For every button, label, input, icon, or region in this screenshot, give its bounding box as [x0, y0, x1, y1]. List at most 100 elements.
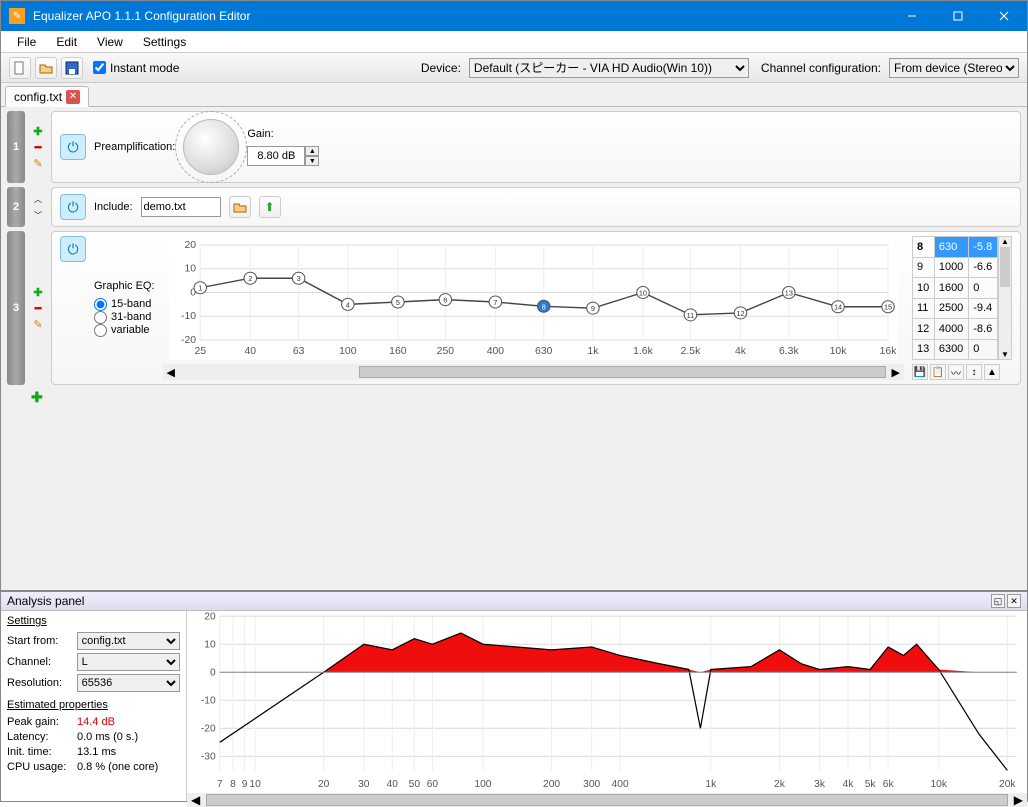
- svg-text:9: 9: [590, 305, 594, 313]
- remove-row-icon[interactable]: ━: [31, 301, 45, 315]
- svg-text:50: 50: [409, 779, 421, 790]
- open-file-button[interactable]: [35, 57, 57, 79]
- close-button[interactable]: [981, 1, 1027, 31]
- band-31-radio[interactable]: 31-band: [94, 311, 155, 324]
- add-filter-button[interactable]: ✚: [1, 389, 1027, 406]
- svg-text:-20: -20: [181, 335, 196, 346]
- add-row-icon[interactable]: ✚: [31, 124, 45, 138]
- save-file-button[interactable]: [61, 57, 83, 79]
- channel-config-label: Channel configuration:: [761, 61, 881, 75]
- svg-text:20: 20: [184, 240, 196, 251]
- svg-text:60: 60: [427, 779, 439, 790]
- svg-text:1k: 1k: [587, 346, 599, 357]
- svg-text:5: 5: [395, 299, 399, 307]
- svg-text:20k: 20k: [999, 779, 1016, 790]
- power-button[interactable]: ⏻: [60, 134, 86, 160]
- svg-text:40: 40: [244, 346, 256, 357]
- graphic-eq-label: Graphic EQ:: [94, 280, 155, 292]
- new-file-button[interactable]: [9, 57, 31, 79]
- edit-row-icon[interactable]: ✎: [31, 317, 45, 331]
- svg-text:15: 15: [884, 304, 892, 312]
- maximize-button[interactable]: [935, 1, 981, 31]
- gain-up-icon[interactable]: ▲: [305, 146, 319, 156]
- start-from-select[interactable]: config.txt: [77, 632, 180, 650]
- svg-text:13: 13: [784, 290, 792, 298]
- table-scroll-up[interactable]: ▲: [999, 237, 1011, 246]
- table-scroll-down[interactable]: ▼: [999, 350, 1011, 359]
- expand-up-icon[interactable]: ︿: [31, 192, 45, 206]
- menu-view[interactable]: View: [87, 33, 133, 51]
- device-select[interactable]: Default (スピーカー - VIA HD Audio(Win 10)): [469, 58, 749, 78]
- gain-dial[interactable]: [183, 119, 239, 175]
- svg-text:-30: -30: [201, 751, 216, 762]
- svg-text:30: 30: [358, 779, 370, 790]
- svg-text:9: 9: [242, 779, 248, 790]
- row-handle-3[interactable]: 3: [7, 231, 25, 385]
- undock-icon[interactable]: ◱: [991, 594, 1005, 608]
- svg-text:20: 20: [204, 611, 216, 622]
- add-row-icon[interactable]: ✚: [31, 285, 45, 299]
- tab-label: config.txt: [14, 90, 62, 104]
- menu-file[interactable]: File: [7, 33, 46, 51]
- eq-reset-icon[interactable]: 〰: [948, 364, 964, 380]
- svg-text:160: 160: [389, 346, 407, 357]
- table-row[interactable]: 8630-5.8: [913, 237, 998, 258]
- eq-save-icon[interactable]: 💾: [912, 364, 928, 380]
- svg-text:10: 10: [184, 264, 196, 275]
- analysis-scrollbar[interactable]: ◀▶: [187, 793, 1027, 807]
- table-row[interactable]: 1016000: [913, 278, 998, 299]
- menu-bar: File Edit View Settings: [1, 31, 1027, 53]
- row-handle-1[interactable]: 1: [7, 111, 25, 183]
- channel-config-select[interactable]: From device (Stereo): [889, 58, 1019, 78]
- open-include-button[interactable]: [229, 196, 251, 218]
- svg-text:400: 400: [486, 346, 504, 357]
- svg-text:10: 10: [249, 779, 261, 790]
- edit-row-icon[interactable]: ✎: [31, 156, 45, 170]
- svg-text:25: 25: [194, 346, 206, 357]
- table-row[interactable]: 91000-6.6: [913, 257, 998, 278]
- remove-row-icon[interactable]: ━: [31, 140, 45, 154]
- svg-text:5k: 5k: [865, 779, 877, 790]
- band-15-radio[interactable]: 15-band: [94, 298, 155, 311]
- svg-text:1.6k: 1.6k: [633, 346, 654, 357]
- tab-config[interactable]: config.txt ✕: [5, 86, 89, 107]
- table-row[interactable]: 124000-8.6: [913, 319, 998, 340]
- menu-edit[interactable]: Edit: [46, 33, 87, 51]
- expand-down-icon[interactable]: ﹀: [31, 208, 45, 222]
- close-panel-icon[interactable]: ✕: [1007, 594, 1021, 608]
- minimize-button[interactable]: [889, 1, 935, 31]
- svg-text:100: 100: [474, 779, 491, 790]
- graphic-eq-plot[interactable]: -20-10010202540631001602504006301k1.6k2.…: [169, 240, 898, 360]
- analysis-plot[interactable]: -30-20-100102078910203040506010020030040…: [187, 611, 1027, 793]
- svg-text:6.3k: 6.3k: [779, 346, 800, 357]
- peak-gain-value: 14.4 dB: [77, 716, 115, 728]
- row-handle-2[interactable]: 2: [7, 187, 25, 227]
- menu-settings[interactable]: Settings: [133, 33, 196, 51]
- resolution-select[interactable]: 65536: [77, 674, 180, 692]
- svg-text:4k: 4k: [735, 346, 747, 357]
- eq-invert-icon[interactable]: ↕: [966, 364, 982, 380]
- gain-down-icon[interactable]: ▼: [305, 156, 319, 166]
- eq-copy-icon[interactable]: 📋: [930, 364, 946, 380]
- svg-text:7: 7: [217, 779, 223, 790]
- svg-text:6k: 6k: [883, 779, 895, 790]
- toolbar: Instant mode Device: Default (スピーカー - VI…: [1, 53, 1027, 83]
- app-icon: ✎: [9, 8, 25, 24]
- close-tab-button[interactable]: ✕: [66, 90, 80, 104]
- table-row[interactable]: 112500-9.4: [913, 298, 998, 319]
- channel-select[interactable]: L: [77, 653, 180, 671]
- eq-scrollbar[interactable]: ◀▶: [163, 364, 904, 380]
- gain-input[interactable]: [247, 146, 305, 166]
- include-file-input[interactable]: [141, 197, 221, 217]
- eq-normalize-icon[interactable]: ▲: [984, 364, 1000, 380]
- variable-radio[interactable]: variable: [94, 324, 155, 337]
- power-button[interactable]: ⏻: [60, 236, 86, 262]
- arrow-up-button[interactable]: ⬆: [259, 196, 281, 218]
- svg-text:10k: 10k: [829, 346, 847, 357]
- svg-text:40: 40: [387, 779, 399, 790]
- table-row[interactable]: 1363000: [913, 339, 998, 360]
- instant-mode-checkbox[interactable]: Instant mode: [93, 61, 179, 75]
- power-button[interactable]: ⏻: [60, 194, 86, 220]
- svg-text:63: 63: [292, 346, 304, 357]
- svg-text:10: 10: [638, 290, 646, 298]
